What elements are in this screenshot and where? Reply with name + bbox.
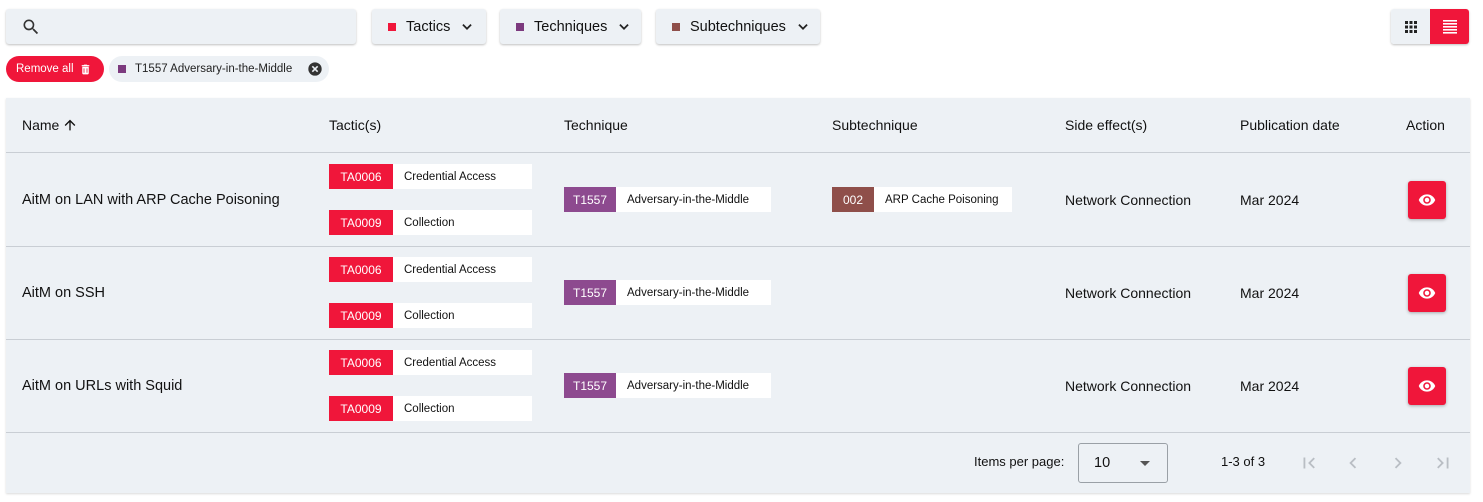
items-per-page-select[interactable]: 10	[1078, 443, 1168, 483]
side-effect: Network Connection	[1065, 285, 1192, 301]
last-page-icon[interactable]	[1432, 452, 1454, 474]
list-view-button[interactable]	[1430, 9, 1469, 44]
table-header: Name Tactic(s) Technique Subtechnique Si…	[6, 98, 1470, 153]
grid-view-button[interactable]	[1391, 9, 1430, 44]
tactic-tag: TA0009 Collection	[329, 396, 532, 421]
active-filter-chip-label: T1557 Adversary-in-the-Middle	[135, 63, 293, 75]
tactic-tag: TA0009 Collection	[329, 210, 532, 235]
tactics-filter-dropdown[interactable]: Tactics	[372, 9, 486, 44]
subtechniques-filter-dropdown[interactable]: Subtechniques	[656, 9, 820, 44]
table-row: AitM on URLs with Squid TA0006 Credentia…	[6, 340, 1470, 433]
tactic-tag: TA0006 Credential Access	[329, 350, 532, 375]
publication-date: Mar 2024	[1240, 378, 1300, 394]
technique-label: Adversary-in-the-Middle	[616, 280, 771, 305]
eye-icon	[1418, 380, 1436, 392]
search-icon	[23, 19, 39, 35]
publication-date: Mar 2024	[1240, 192, 1300, 208]
view-button[interactable]	[1408, 274, 1446, 312]
column-header-name[interactable]: Name	[22, 117, 78, 133]
scenarios-table: Name Tactic(s) Technique Subtechnique Si…	[6, 98, 1470, 493]
scenario-name: AitM on LAN with ARP Cache Poisoning	[22, 192, 280, 208]
active-filter-chip: T1557 Adversary-in-the-Middle	[109, 56, 329, 82]
tactic-id: TA0009	[329, 210, 393, 235]
side-effect: Network Connection	[1065, 192, 1192, 208]
chevron-down-icon	[798, 23, 808, 30]
remove-all-label: Remove all	[16, 63, 74, 75]
dropdown-caret-icon	[1140, 461, 1150, 466]
chevron-down-icon	[619, 23, 630, 30]
column-header-name-label: Name	[22, 117, 60, 133]
tactic-tag: TA0009 Collection	[329, 303, 532, 328]
tactic-label: Collection	[393, 210, 532, 235]
column-header-tactics: Tactic(s)	[329, 117, 382, 133]
search-box[interactable]	[6, 9, 356, 44]
subtechniques-color-swatch	[672, 22, 680, 31]
subtechnique-label: ARP Cache Poisoning	[874, 187, 1012, 212]
tactic-id: TA0009	[329, 303, 393, 328]
eye-icon	[1418, 194, 1436, 206]
technique-id: T1557	[564, 187, 616, 212]
tactic-id: TA0006	[329, 164, 393, 189]
table-row: AitM on SSH TA0006 Credential Access TA0…	[6, 247, 1470, 340]
technique-id: T1557	[564, 280, 616, 305]
eye-icon	[1418, 287, 1436, 299]
tactics-color-swatch	[388, 22, 396, 31]
chevron-down-icon	[462, 23, 473, 30]
publication-date: Mar 2024	[1240, 285, 1300, 301]
technique-color-swatch	[118, 65, 126, 73]
tactic-label: Credential Access	[393, 350, 532, 375]
table-row: AitM on LAN with ARP Cache Poisoning TA0…	[6, 154, 1470, 247]
tactic-tag: TA0006 Credential Access	[329, 164, 532, 189]
remove-all-button[interactable]: Remove all	[6, 56, 104, 82]
items-per-page-label: Items per page:	[974, 454, 1065, 469]
tactic-tag: TA0006 Credential Access	[329, 257, 532, 282]
techniques-filter-label: Techniques	[534, 18, 608, 35]
tactic-label: Collection	[393, 396, 532, 421]
tactic-id: TA0009	[329, 396, 393, 421]
techniques-color-swatch	[516, 22, 524, 31]
tactic-id: TA0006	[329, 257, 393, 282]
paginator: Items per page: 10 1-3 of 3	[6, 433, 1470, 493]
trash-icon	[81, 64, 89, 74]
tactic-id: TA0006	[329, 350, 393, 375]
scenario-name: AitM on URLs with Squid	[22, 378, 183, 394]
column-header-technique: Technique	[564, 117, 628, 133]
technique-label: Adversary-in-the-Middle	[616, 373, 771, 398]
tactic-label: Collection	[393, 303, 532, 328]
scenario-name: AitM on SSH	[22, 285, 105, 301]
list-icon	[1442, 19, 1457, 34]
remove-filter-icon[interactable]	[307, 61, 323, 77]
page-range: 1-3 of 3	[1221, 454, 1266, 469]
sort-ascending-icon	[65, 119, 76, 131]
technique-label: Adversary-in-the-Middle	[616, 187, 771, 212]
technique-tag: T1557 Adversary-in-the-Middle	[564, 187, 771, 212]
view-button[interactable]	[1408, 181, 1446, 219]
items-per-page-value: 10	[1094, 455, 1111, 471]
grid-icon	[1404, 20, 1417, 33]
column-header-action: Action	[1406, 117, 1445, 133]
tactic-label: Credential Access	[393, 164, 532, 189]
column-header-subtechnique: Subtechnique	[832, 117, 918, 133]
view-button[interactable]	[1408, 367, 1446, 405]
first-page-icon[interactable]	[1298, 452, 1320, 474]
techniques-filter-dropdown[interactable]: Techniques	[500, 9, 641, 44]
column-header-side-effects: Side effect(s)	[1065, 117, 1148, 133]
column-header-publication-date: Publication date	[1240, 117, 1340, 133]
technique-tag: T1557 Adversary-in-the-Middle	[564, 280, 771, 305]
tactic-label: Credential Access	[393, 257, 532, 282]
subtechnique-tag: 002 ARP Cache Poisoning	[832, 187, 1012, 212]
subtechnique-id: 002	[832, 187, 874, 212]
side-effect: Network Connection	[1065, 378, 1192, 394]
previous-page-icon[interactable]	[1342, 452, 1364, 474]
technique-tag: T1557 Adversary-in-the-Middle	[564, 373, 771, 398]
subtechniques-filter-label: Subtechniques	[690, 18, 786, 35]
search-input[interactable]	[50, 9, 350, 44]
technique-id: T1557	[564, 373, 616, 398]
next-page-icon[interactable]	[1387, 452, 1409, 474]
view-toggle	[1391, 9, 1469, 44]
tactics-filter-label: Tactics	[406, 18, 451, 35]
